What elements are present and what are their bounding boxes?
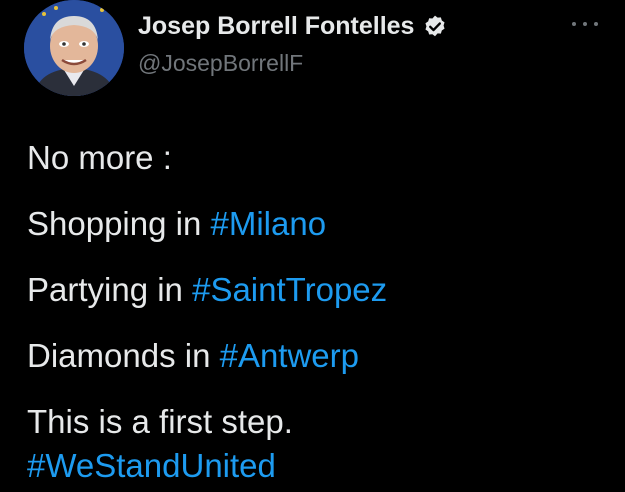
hashtag-westandunited[interactable]: #WeStandUnited — [27, 447, 276, 484]
author-name-row[interactable]: Josep Borrell Fontelles — [138, 12, 448, 41]
hashtag-sainttropez[interactable]: #SaintTropez — [192, 271, 387, 308]
hashtag-antwerp[interactable]: #Antwerp — [220, 337, 359, 374]
profile-photo-icon — [24, 0, 124, 96]
verified-badge-icon — [425, 15, 446, 36]
dot — [572, 22, 576, 26]
tweet-line-1: No more : — [27, 139, 172, 176]
avatar[interactable] — [24, 0, 124, 96]
author-display-name[interactable]: Josep Borrell Fontelles — [138, 12, 414, 41]
tweet-line-5: This is a first step. — [27, 403, 293, 440]
more-options-icon[interactable] — [572, 18, 598, 30]
tweet-line-4-text: Diamonds in — [27, 337, 220, 374]
tweet-card: Josep Borrell Fontelles @JosepBorrellF N… — [0, 0, 625, 492]
hashtag-milano[interactable]: #Milano — [210, 205, 326, 242]
tweet-line-4: Diamonds in #Antwerp — [27, 334, 607, 378]
dot — [594, 22, 598, 26]
tweet-line-6: #WeStandUnited — [27, 444, 607, 488]
tweet-line-3: Partying in #SaintTropez — [27, 268, 607, 312]
dot — [583, 22, 587, 26]
tweet-line-2: Shopping in #Milano — [27, 202, 607, 246]
tweet-line-2-text: Shopping in — [27, 205, 211, 242]
tweet-text: No more : Shopping in #Milano Partying i… — [27, 136, 607, 488]
tweet-line-3-text: Partying in — [27, 271, 193, 308]
author-handle[interactable]: @JosepBorrellF — [138, 50, 303, 77]
